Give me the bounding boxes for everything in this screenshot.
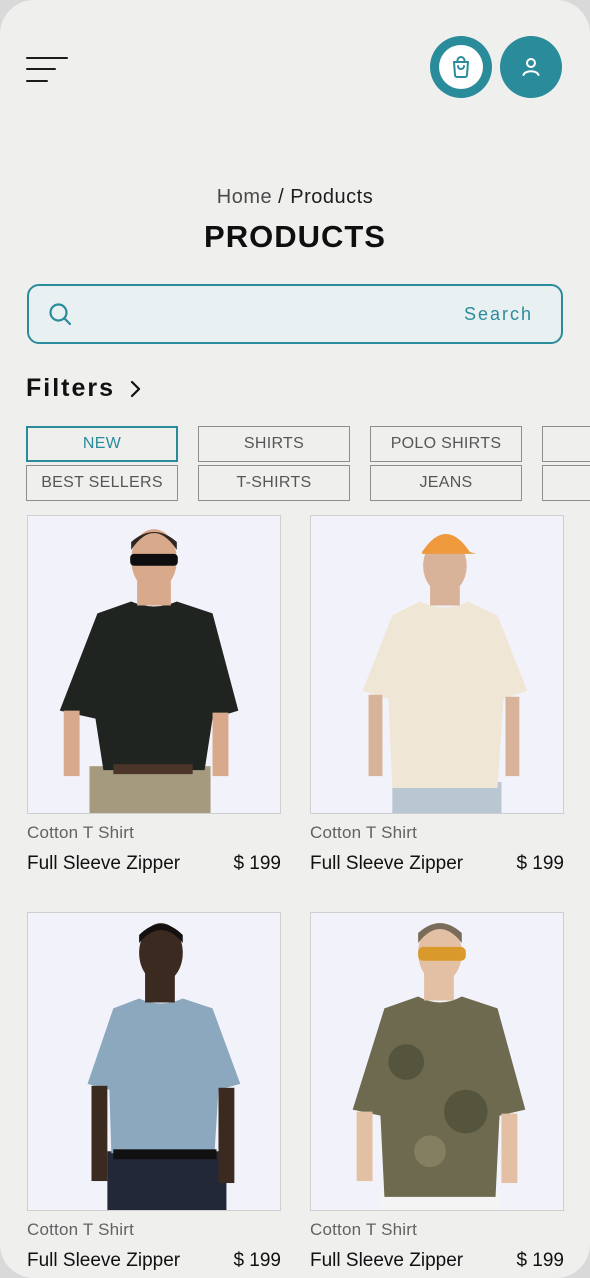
product-card[interactable]: Cotton T Shirt Full Sleeve Zipper $ 199 <box>27 515 281 875</box>
product-name[interactable]: Full Sleeve Zipper <box>310 1250 463 1272</box>
breadcrumb-current: Products <box>290 186 374 208</box>
app-screen: Home / Products PRODUCTS Filters NEW SHI… <box>0 0 590 1278</box>
breadcrumb: Home / Products <box>0 186 590 209</box>
shopping-bag-icon <box>439 45 483 89</box>
product-name[interactable]: Full Sleeve Zipper <box>27 1250 180 1272</box>
product-card[interactable]: Cotton T Shirt Full Sleeve Zipper $ 199 <box>310 515 564 875</box>
product-card[interactable]: Cotton T Shirt Full Sleeve Zipper $ 199 <box>27 912 281 1272</box>
chip-best-sellers[interactable]: BEST SELLERS <box>26 465 178 501</box>
chip-shirts[interactable]: SHIRTS <box>198 426 350 462</box>
hamburger-menu-icon[interactable] <box>26 54 68 86</box>
product-price: $ 199 <box>516 853 564 874</box>
product-image[interactable] <box>27 515 281 814</box>
product-subtitle: Cotton T Shirt <box>310 823 418 842</box>
user-profile-button[interactable] <box>500 36 562 98</box>
user-icon <box>522 58 540 76</box>
chip-partial-1[interactable] <box>542 426 590 462</box>
filters-toggle[interactable]: Filters <box>26 374 143 403</box>
breadcrumb-separator: / <box>272 186 291 208</box>
filter-chips: NEW SHIRTS POLO SHIRTS BEST SELLERS T-SH… <box>26 426 590 501</box>
product-model-image <box>87 923 241 1210</box>
product-subtitle: Cotton T Shirt <box>310 1220 418 1239</box>
chip-new[interactable]: NEW <box>26 426 178 462</box>
breadcrumb-home-link[interactable]: Home <box>217 186 272 208</box>
chip-polo-shirts[interactable]: POLO SHIRTS <box>370 426 522 462</box>
product-model-image <box>352 923 526 1210</box>
search-icon[interactable] <box>47 301 73 327</box>
product-name[interactable]: Full Sleeve Zipper <box>310 853 463 875</box>
cart-button[interactable] <box>430 36 492 98</box>
product-price: $ 199 <box>233 1250 281 1271</box>
chip-partial-2[interactable]: J <box>542 465 590 501</box>
product-subtitle: Cotton T Shirt <box>27 1220 135 1239</box>
search-input[interactable] <box>73 286 533 342</box>
product-image[interactable] <box>310 515 564 814</box>
filters-label: Filters <box>26 374 116 402</box>
product-image[interactable] <box>27 912 281 1211</box>
chevron-right-icon <box>130 380 141 397</box>
product-image[interactable] <box>310 912 564 1211</box>
product-model-image <box>362 534 528 813</box>
chip-t-shirts[interactable]: T-SHIRTS <box>198 465 350 501</box>
search-bar <box>27 284 563 344</box>
product-name[interactable]: Full Sleeve Zipper <box>27 853 180 875</box>
product-card[interactable]: Cotton T Shirt Full Sleeve Zipper $ 199 <box>310 912 564 1272</box>
page-title: PRODUCTS <box>204 219 386 254</box>
product-model-image <box>59 529 239 813</box>
product-price: $ 199 <box>233 853 281 874</box>
product-price: $ 199 <box>516 1250 564 1271</box>
chip-jeans[interactable]: JEANS <box>370 465 522 501</box>
product-subtitle: Cotton T Shirt <box>27 823 135 842</box>
